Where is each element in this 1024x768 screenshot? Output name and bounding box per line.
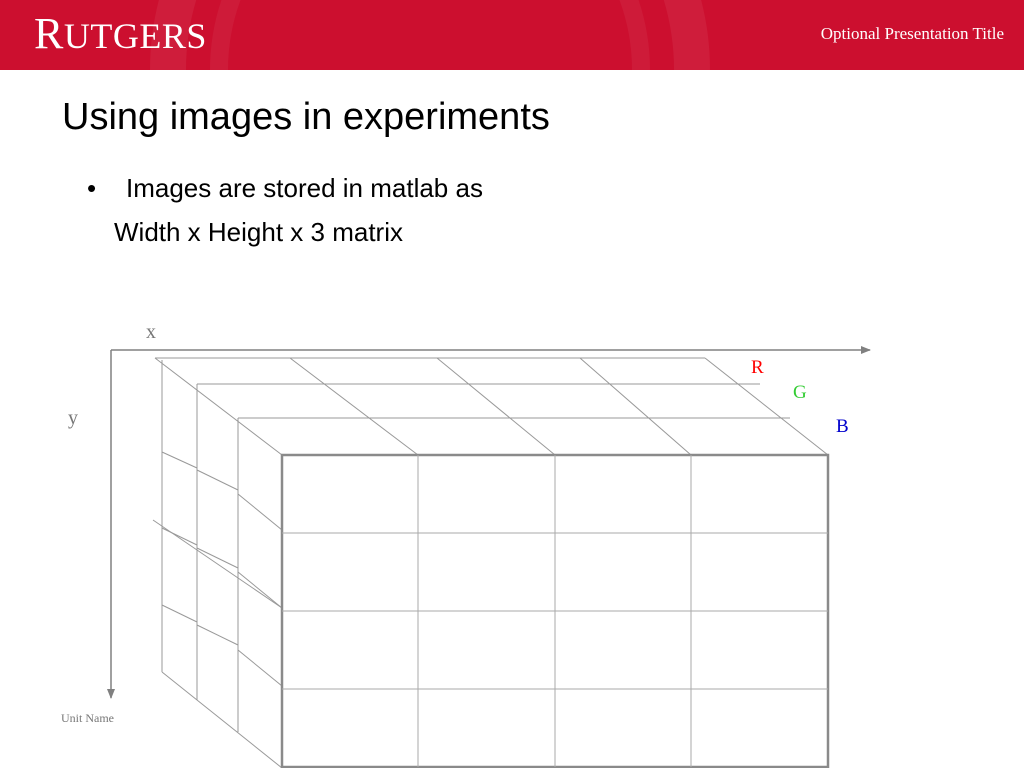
back-layer-b	[237, 417, 790, 732]
channel-label-r: R	[751, 357, 764, 378]
depth-edges	[152, 357, 829, 768]
front-matrix-grid	[280, 453, 830, 768]
y-axis-label: y	[68, 407, 78, 429]
x-axis-label: x	[146, 321, 156, 343]
rgb-matrix-diagram: x y R G B	[68, 321, 871, 768]
channel-label-b: B	[836, 416, 849, 437]
channel-label-g: G	[793, 382, 807, 403]
footer-unit-name: Unit Name	[61, 711, 114, 725]
